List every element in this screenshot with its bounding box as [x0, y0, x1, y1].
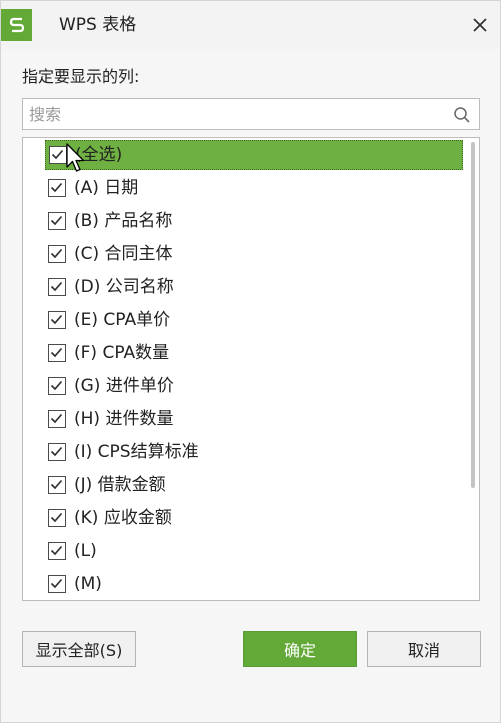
check-icon — [50, 578, 63, 589]
checkbox[interactable] — [48, 278, 66, 296]
check-icon — [50, 446, 63, 457]
column-list-item[interactable]: (全选) — [45, 140, 463, 170]
search-input[interactable] — [23, 99, 449, 129]
check-icon — [50, 545, 63, 556]
title-bar: WPS 表格 — [1, 1, 500, 49]
column-list-item[interactable]: (C) 合同主体 — [45, 239, 463, 269]
check-icon — [50, 512, 63, 523]
scrollbar-thumb[interactable] — [471, 142, 475, 488]
column-list-item-label: (B) 产品名称 — [74, 211, 173, 231]
search-field[interactable] — [22, 98, 480, 130]
column-list-item-label: (J) 借款金额 — [74, 475, 166, 495]
checkbox[interactable] — [48, 245, 66, 263]
column-list-item-label: (H) 进件数量 — [74, 409, 174, 429]
column-list[interactable]: (全选) (A) 日期 (B) 产品名称 (C) 合同主体 (D) 公司名称 (E) CP… — [22, 137, 480, 601]
checkbox[interactable] — [48, 509, 66, 527]
checkbox[interactable] — [48, 575, 66, 593]
column-list-item[interactable]: (F) CPA数量 — [45, 338, 463, 368]
column-list-item[interactable]: (J) 借款金额 — [45, 470, 463, 500]
checkbox[interactable] — [48, 212, 66, 230]
check-icon — [50, 281, 63, 292]
checkbox[interactable] — [48, 542, 66, 560]
column-list-item-label: (M) — [74, 574, 102, 594]
column-list-item-label: (C) 合同主体 — [74, 244, 173, 264]
column-list-item-label: (K) 应收金额 — [74, 508, 172, 528]
show-all-button[interactable]: 显示全部(S) — [22, 631, 136, 667]
checkbox[interactable] — [48, 443, 66, 461]
wps-spreadsheet-logo-icon — [1, 9, 32, 41]
check-icon — [50, 413, 63, 424]
checkbox[interactable] — [48, 377, 66, 395]
checkbox[interactable] — [48, 311, 66, 329]
check-icon — [50, 248, 63, 259]
ok-button[interactable]: 确定 — [243, 631, 357, 667]
column-list-item-label: (全选) — [75, 145, 123, 165]
cancel-button[interactable]: 取消 — [367, 631, 481, 667]
checkbox[interactable] — [48, 410, 66, 428]
close-icon[interactable] — [473, 18, 487, 32]
column-list-item-label: (E) CPA单价 — [74, 310, 171, 330]
column-list-item[interactable]: (H) 进件数量 — [45, 404, 463, 434]
column-list-item-label: (F) CPA数量 — [74, 343, 170, 363]
scrollbar[interactable] — [467, 138, 479, 600]
window-title: WPS 表格 — [59, 15, 137, 35]
column-list-item[interactable]: (B) 产品名称 — [45, 206, 463, 236]
columns-label: 指定要显示的列: — [22, 67, 140, 86]
column-list-item[interactable]: (L) — [45, 536, 463, 566]
column-list-item-label: (D) 公司名称 — [74, 277, 174, 297]
column-list-item[interactable]: (K) 应收金额 — [45, 503, 463, 533]
check-icon — [50, 380, 63, 391]
check-icon — [50, 479, 63, 490]
column-list-item[interactable]: (D) 公司名称 — [45, 272, 463, 302]
column-list-item[interactable]: (A) 日期 — [45, 173, 463, 203]
column-list-item[interactable]: (E) CPA单价 — [45, 305, 463, 335]
column-list-item-label: (G) 进件单价 — [74, 376, 174, 396]
checkbox[interactable] — [48, 344, 66, 362]
column-list-item[interactable]: (I) CPS结算标准 — [45, 437, 463, 467]
checkbox[interactable] — [48, 476, 66, 494]
column-list-item-label: (A) 日期 — [74, 178, 139, 198]
checkbox[interactable] — [49, 146, 67, 164]
filter-dialog: WPS 表格 指定要显示的列: (全选) (A) 日期 (B) 产品名称 (C) 合同… — [0, 0, 501, 723]
check-icon — [50, 182, 63, 193]
close-button[interactable] — [468, 13, 492, 37]
checkbox[interactable] — [48, 179, 66, 197]
column-list-item-label: (I) CPS结算标准 — [74, 442, 199, 462]
check-icon — [50, 347, 63, 358]
check-icon — [51, 149, 64, 160]
check-icon — [50, 215, 63, 226]
column-list-item[interactable]: (G) 进件单价 — [45, 371, 463, 401]
column-list-item[interactable]: (M) — [45, 569, 463, 599]
column-list-item-label: (L) — [74, 541, 97, 561]
check-icon — [50, 314, 63, 325]
search-icon[interactable] — [453, 106, 471, 124]
